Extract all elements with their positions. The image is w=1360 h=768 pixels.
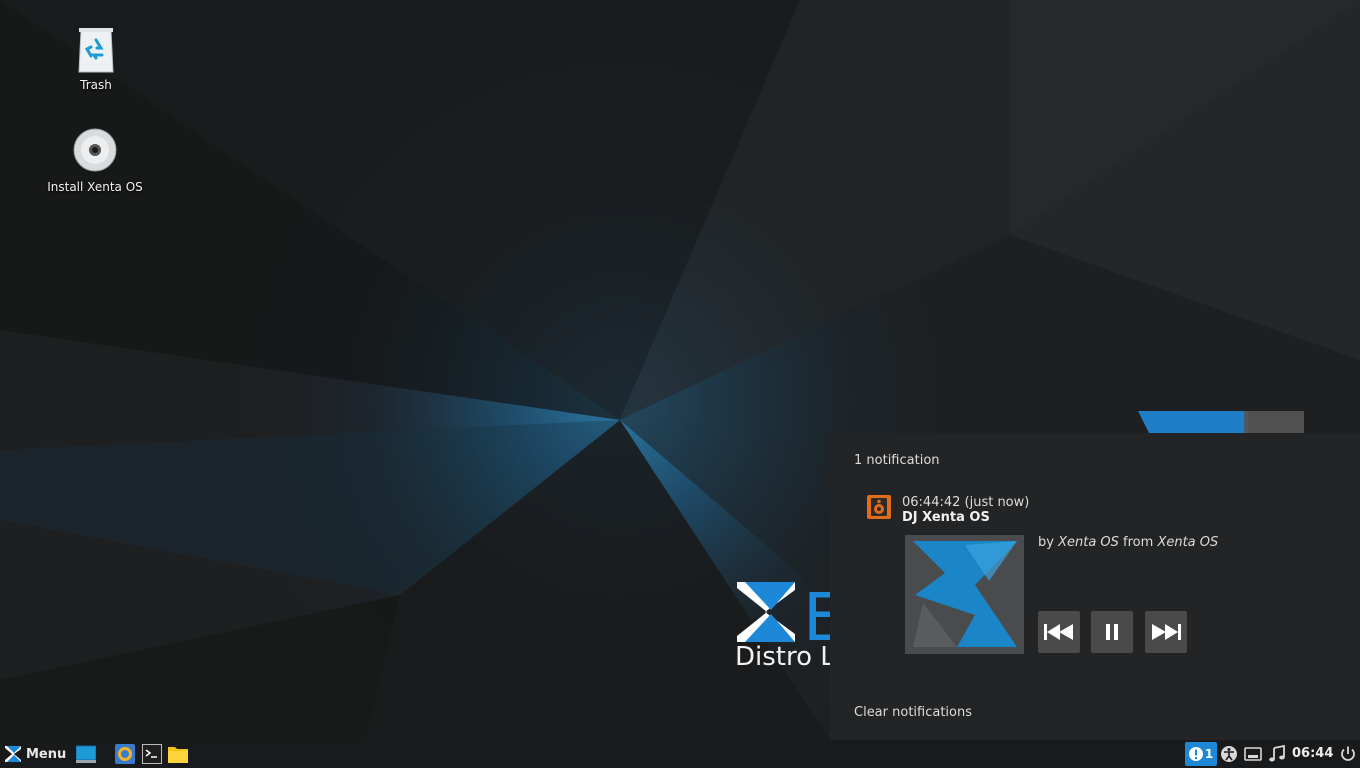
notification-panel: 1 notification 06:44:42 (just now) DJ Xe… (830, 433, 1360, 740)
artist-name: Xenta OS (1058, 535, 1119, 550)
speaker-icon (867, 495, 891, 519)
next-track-button[interactable] (1145, 611, 1187, 653)
tray-notification-count: 1 (1204, 747, 1214, 761)
xenta-menu-icon (5, 746, 21, 762)
notification-count-label: 1 notification (854, 453, 940, 468)
menu-label: Menu (26, 746, 67, 762)
clock[interactable]: 06:44 (1292, 746, 1333, 761)
menu-button[interactable]: Menu (4, 743, 66, 765)
pause-button[interactable] (1091, 611, 1133, 653)
notification-title: DJ Xenta OS (902, 510, 990, 525)
album-name: Xenta OS (1157, 535, 1219, 550)
accessibility-icon[interactable] (1220, 745, 1238, 763)
pause-icon (1106, 624, 1118, 640)
desktop-icon-trash[interactable]: Trash (41, 26, 151, 92)
show-desktop-icon[interactable] (76, 744, 96, 764)
desktop-icon-install-xenta[interactable]: Install Xenta OS (40, 128, 150, 194)
previous-track-button[interactable] (1038, 611, 1080, 653)
previous-icon (1044, 624, 1073, 640)
trash-icon (78, 28, 114, 73)
body-prefix: by (1038, 535, 1059, 550)
terminal-icon[interactable] (142, 744, 162, 764)
desktop-icon-label: Trash (80, 78, 112, 92)
file-manager-icon[interactable] (168, 744, 188, 764)
web-browser-icon[interactable] (115, 744, 135, 764)
alert-icon (1188, 747, 1203, 761)
album-art (905, 535, 1024, 654)
body-middle: from (1118, 535, 1158, 550)
clear-notifications-button[interactable]: Clear notifications (854, 705, 972, 720)
desktop-icon-label: Install Xenta OS (47, 180, 143, 194)
music-icon[interactable] (1268, 745, 1286, 763)
power-icon[interactable] (1339, 745, 1357, 763)
tray-notifications-button[interactable]: 1 (1185, 742, 1217, 766)
install-disc-icon (73, 128, 117, 172)
network-icon[interactable] (1244, 745, 1262, 763)
notification-time: 06:44:42 (just now) (902, 495, 1030, 510)
next-icon (1152, 624, 1181, 640)
notification-body: by Xenta OS from Xenta OS (1038, 535, 1218, 550)
taskbar: Menu 1 06:44 (0, 740, 1360, 768)
